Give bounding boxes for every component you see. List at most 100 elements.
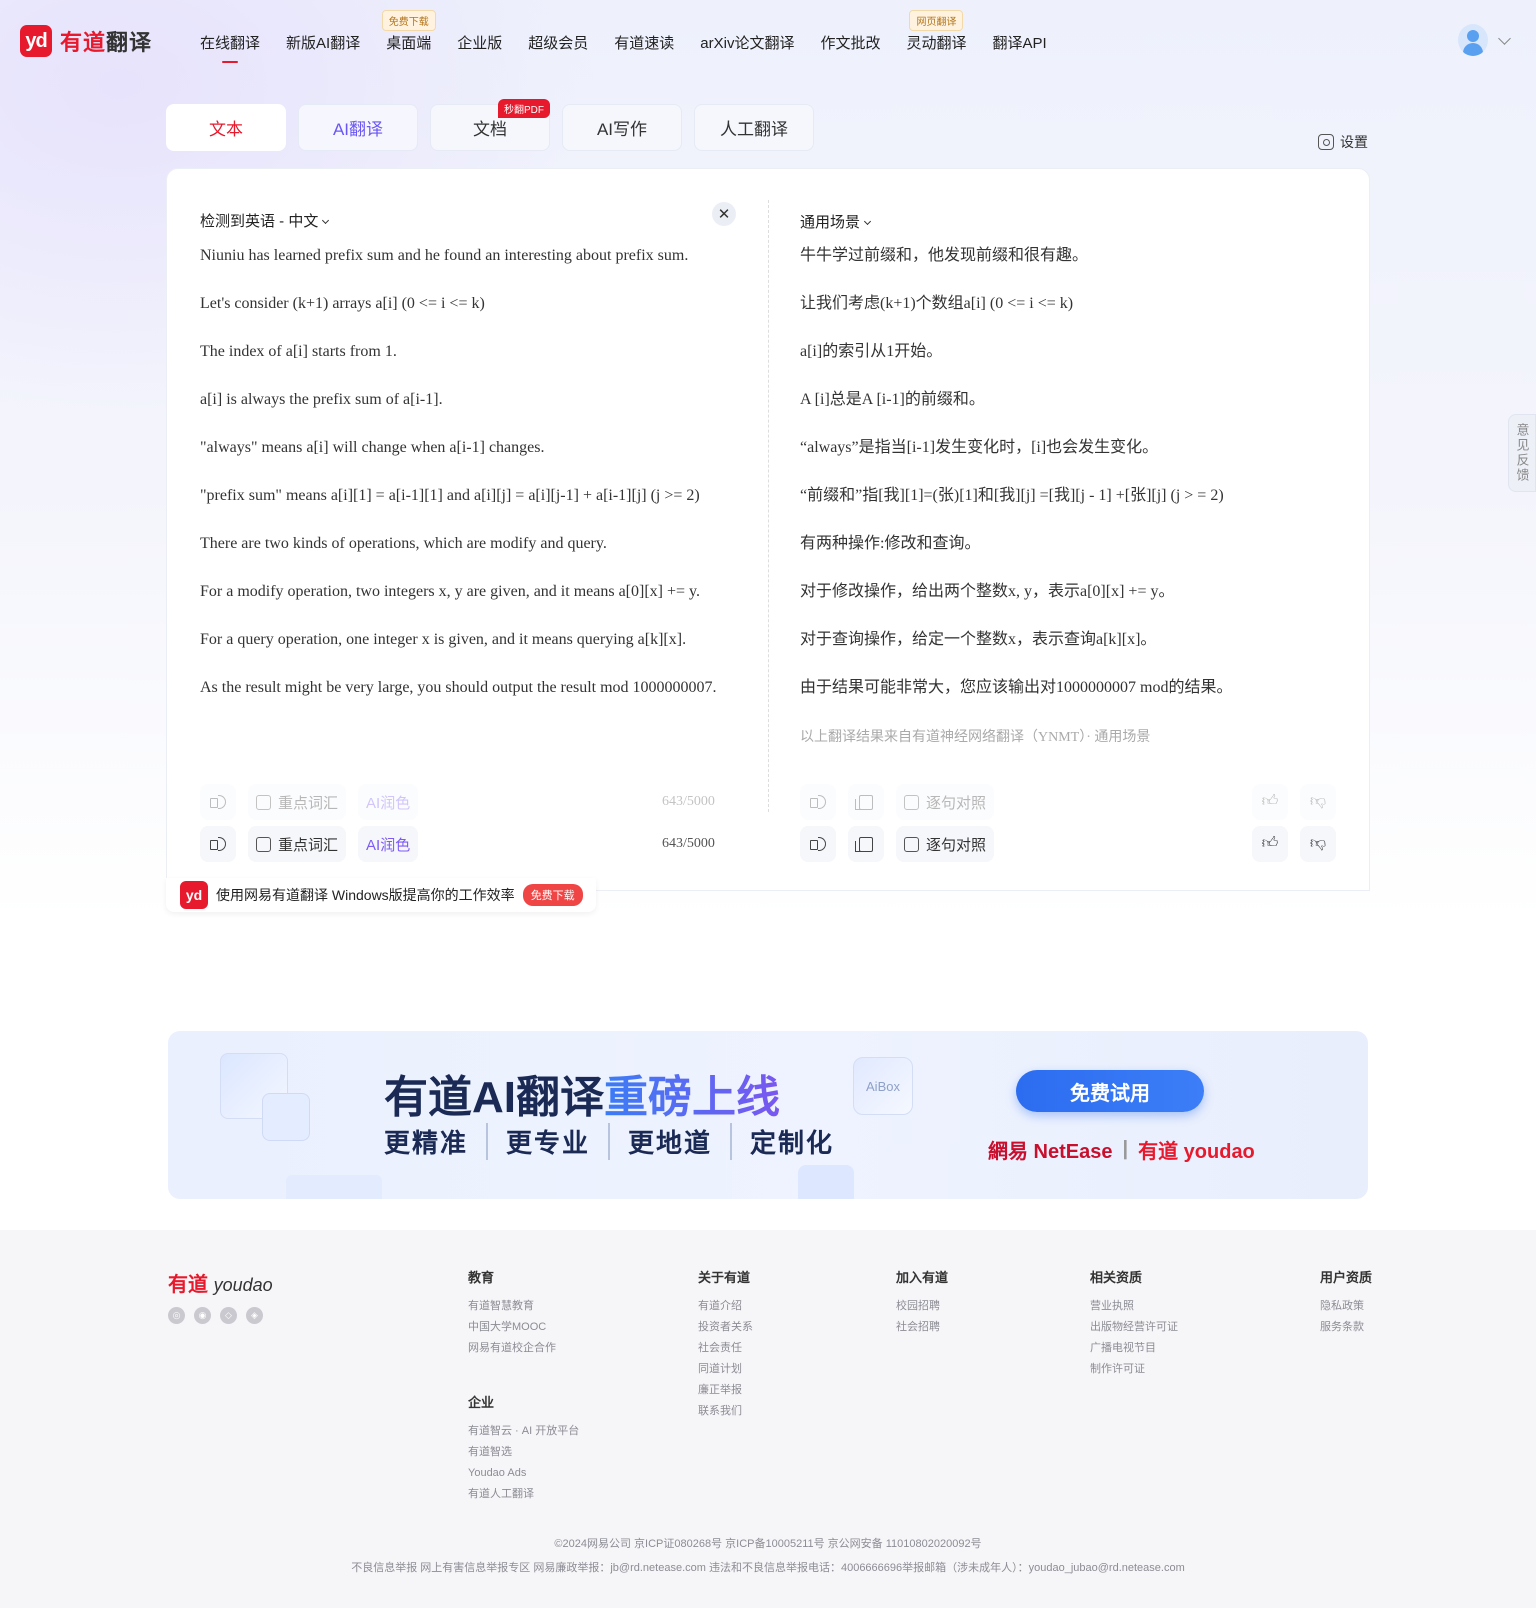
nav-speed-read[interactable]: 有道速读 bbox=[614, 32, 674, 53]
feedback-tab[interactable]: 意见反馈 bbox=[1508, 414, 1536, 492]
source-line: As the result might be very large, you s… bbox=[200, 679, 717, 696]
nav-new-ai-translate[interactable]: 新版AI翻译 bbox=[286, 32, 360, 53]
checkbox-icon bbox=[256, 836, 271, 852]
footer-link[interactable]: 营业执照 bbox=[1090, 1296, 1178, 1317]
source-line: "always" means a[i] will change when a[i… bbox=[200, 439, 545, 456]
footer-link[interactable]: 校园招聘 bbox=[896, 1296, 948, 1317]
footer-link[interactable]: 联系我们 bbox=[698, 1401, 753, 1422]
tab-document[interactable]: 文档 秒翻PDF bbox=[430, 99, 550, 151]
logo-text: 有道翻译 bbox=[60, 30, 153, 55]
target-line: 让我们考虑(k+1)个数组a[i] (0 <= i <= k) bbox=[800, 295, 1074, 312]
footer-link[interactable]: 服务条款 bbox=[1320, 1317, 1372, 1338]
footer-link[interactable]: 隐私政策 bbox=[1320, 1296, 1372, 1317]
free-trial-button[interactable]: 免费试用 bbox=[1016, 1070, 1204, 1112]
target-line: “always”是指当[i-1]发生变化时，[i]也会发生变化。 bbox=[800, 439, 1159, 456]
promo-download-button[interactable]: 免费下载 bbox=[522, 884, 583, 906]
thumbs-up-icon: 👍︎ bbox=[1261, 793, 1279, 810]
footer-link[interactable]: 出版物经营许可证 bbox=[1090, 1317, 1178, 1338]
tab-ai-translate[interactable]: AI翻译 bbox=[298, 104, 418, 151]
footer-link[interactable]: 有道智云 · AI 开放平台 bbox=[468, 1421, 579, 1442]
speaker-button bbox=[800, 784, 836, 820]
desktop-promo[interactable]: yd 使用网易有道翻译 Windows版提高你的工作效率 免费下载 bbox=[166, 878, 596, 912]
footer-col-join: 加入有道 校园招聘 社会招聘 bbox=[896, 1267, 948, 1338]
footer-link[interactable]: 廉正举报 bbox=[698, 1380, 753, 1401]
settings-button[interactable]: 设置 bbox=[1318, 132, 1368, 152]
rating-ghost: 👍︎ 👎︎ bbox=[1252, 784, 1336, 820]
tab-ai-writing[interactable]: AI写作 bbox=[562, 104, 682, 151]
tab-human-translate[interactable]: 人工翻译 bbox=[694, 104, 814, 151]
ai-polish-button[interactable]: AI润色 bbox=[358, 826, 419, 862]
panel-divider bbox=[768, 200, 769, 812]
social-links: ◎ ◉ ◇ ◈ bbox=[168, 1307, 263, 1324]
footer-link[interactable]: Youdao Ads bbox=[468, 1463, 579, 1484]
speaker-icon bbox=[809, 837, 827, 851]
char-count: 643/5000 bbox=[662, 836, 715, 851]
keyword-toggle[interactable]: 重点词汇 bbox=[248, 826, 347, 862]
nav-lingdong[interactable]: 网页翻译 灵动翻译 bbox=[906, 10, 966, 53]
checkbox-icon bbox=[256, 794, 271, 810]
target-line: a[i]的索引从1开始。 bbox=[800, 343, 943, 360]
footer-link[interactable]: 网易有道校企合作 bbox=[468, 1338, 556, 1359]
source-line: The index of a[i] starts from 1. bbox=[200, 343, 397, 360]
user-avatar[interactable] bbox=[1458, 24, 1488, 56]
thumbs-up-button[interactable]: 👍︎ bbox=[1252, 826, 1288, 862]
nav-super-member[interactable]: 超级会员 bbox=[528, 32, 588, 53]
tab-text[interactable]: 文本 bbox=[166, 104, 286, 151]
footer-link[interactable]: 同道计划 bbox=[698, 1359, 753, 1380]
zhihu-icon[interactable]: ◇ bbox=[220, 1307, 237, 1324]
footer-link[interactable]: 有道智选 bbox=[468, 1442, 579, 1463]
footer-link[interactable]: 社会责任 bbox=[698, 1338, 753, 1359]
nav-arxiv[interactable]: arXiv论文翻译 bbox=[700, 32, 794, 53]
footer-link[interactable]: 有道人工翻译 bbox=[468, 1484, 579, 1505]
banner-brands: 網易 NetEase | 有道 youdao bbox=[988, 1138, 1255, 1163]
char-count: 643/5000 bbox=[662, 794, 715, 809]
nav-essay-correct[interactable]: 作文批改 bbox=[820, 32, 880, 53]
pdf-badge: 秒翻PDF bbox=[498, 99, 550, 118]
footer-link[interactable]: 社会招聘 bbox=[896, 1317, 948, 1338]
footer-link[interactable]: 制作许可证 bbox=[1090, 1359, 1178, 1380]
thumbs-up-button: 👍︎ bbox=[1252, 784, 1288, 820]
compare-toggle[interactable]: 逐句对照 bbox=[896, 826, 995, 862]
copy-button[interactable] bbox=[848, 826, 884, 862]
target-toolbar: 逐句对照 bbox=[800, 826, 995, 862]
footer-link[interactable]: 有道介绍 bbox=[698, 1296, 753, 1317]
wechat-icon[interactable]: ◎ bbox=[168, 1307, 185, 1324]
weibo-icon[interactable]: ◉ bbox=[194, 1307, 211, 1324]
target-line: 牛牛学过前缀和，他发现前缀和很有趣。 bbox=[800, 247, 1089, 264]
footer-link[interactable]: 有道智慧教育 bbox=[468, 1296, 556, 1317]
source-text-area[interactable]: Niuniu has learned prefix sum and he fou… bbox=[200, 246, 740, 726]
promo-logo: yd bbox=[180, 881, 208, 909]
nav-online-translate[interactable]: 在线翻译 bbox=[200, 32, 260, 63]
speaker-icon bbox=[809, 795, 827, 809]
settings-label: 设置 bbox=[1340, 134, 1368, 150]
app-icon[interactable]: ◈ bbox=[246, 1307, 263, 1324]
logo-badge: yd bbox=[20, 25, 52, 57]
source-speaker-button[interactable] bbox=[200, 826, 236, 862]
nav-desktop[interactable]: 免费下载 桌面端 bbox=[381, 10, 436, 53]
youdao-logo[interactable]: yd 有道翻译 bbox=[20, 25, 152, 57]
aibox-decoration: AiBox bbox=[853, 1057, 913, 1115]
nav-api[interactable]: 翻译API bbox=[992, 32, 1046, 53]
nav-tag-free-download: 免费下载 bbox=[381, 10, 436, 31]
source-line: For a query operation, one integer x is … bbox=[200, 631, 687, 648]
footer-link[interactable]: 中国大学MOOC bbox=[468, 1317, 556, 1338]
footer-link[interactable]: 广播电视节目 bbox=[1090, 1338, 1178, 1359]
footer-logo: 有道 youdao bbox=[168, 1274, 273, 1296]
clear-button[interactable]: ✕ bbox=[712, 202, 736, 226]
footer-copyright: ©2024网易公司 京ICP证080268号 京ICP备10005211号 京公… bbox=[554, 1538, 982, 1550]
copy-icon bbox=[855, 794, 873, 810]
target-speaker-button[interactable] bbox=[800, 826, 836, 862]
ai-translate-banner[interactable]: AiBox 有道AI翻译重磅上线 更精准 更专业 更地道 定制化 免费试用 網易 Ne… bbox=[168, 1031, 1368, 1199]
footer-link[interactable]: 投资者关系 bbox=[698, 1317, 753, 1338]
top-nav: 在线翻译 新版AI翻译 免费下载 桌面端 企业版 超级会员 有道速读 arXiv论… bbox=[200, 10, 1073, 63]
mode-tabs: 文本 AI翻译 文档 秒翻PDF AI写作 人工翻译 bbox=[166, 99, 814, 151]
promo-text: 使用网易有道翻译 Windows版提高你的工作效率 bbox=[216, 887, 515, 903]
language-selector[interactable]: 检测到英语 - 中文 bbox=[200, 210, 330, 231]
scene-selector[interactable]: 通用场景 bbox=[800, 211, 872, 232]
nav-enterprise[interactable]: 企业版 bbox=[457, 32, 502, 53]
footer-col-qualification: 相关资质 营业执照 出版物经营许可证 广播电视节目 制作许可证 bbox=[1090, 1267, 1178, 1380]
translation-source-note: 以上翻译结果来自有道神经网络翻译（YNMT）· 通用场景 bbox=[800, 730, 1151, 745]
p-decoration bbox=[798, 1165, 854, 1199]
thumbs-down-button[interactable]: 👎︎ bbox=[1300, 826, 1336, 862]
target-text-area: 牛牛学过前缀和，他发现前缀和很有趣。 让我们考虑(k+1)个数组a[i] (0 … bbox=[800, 246, 1340, 726]
